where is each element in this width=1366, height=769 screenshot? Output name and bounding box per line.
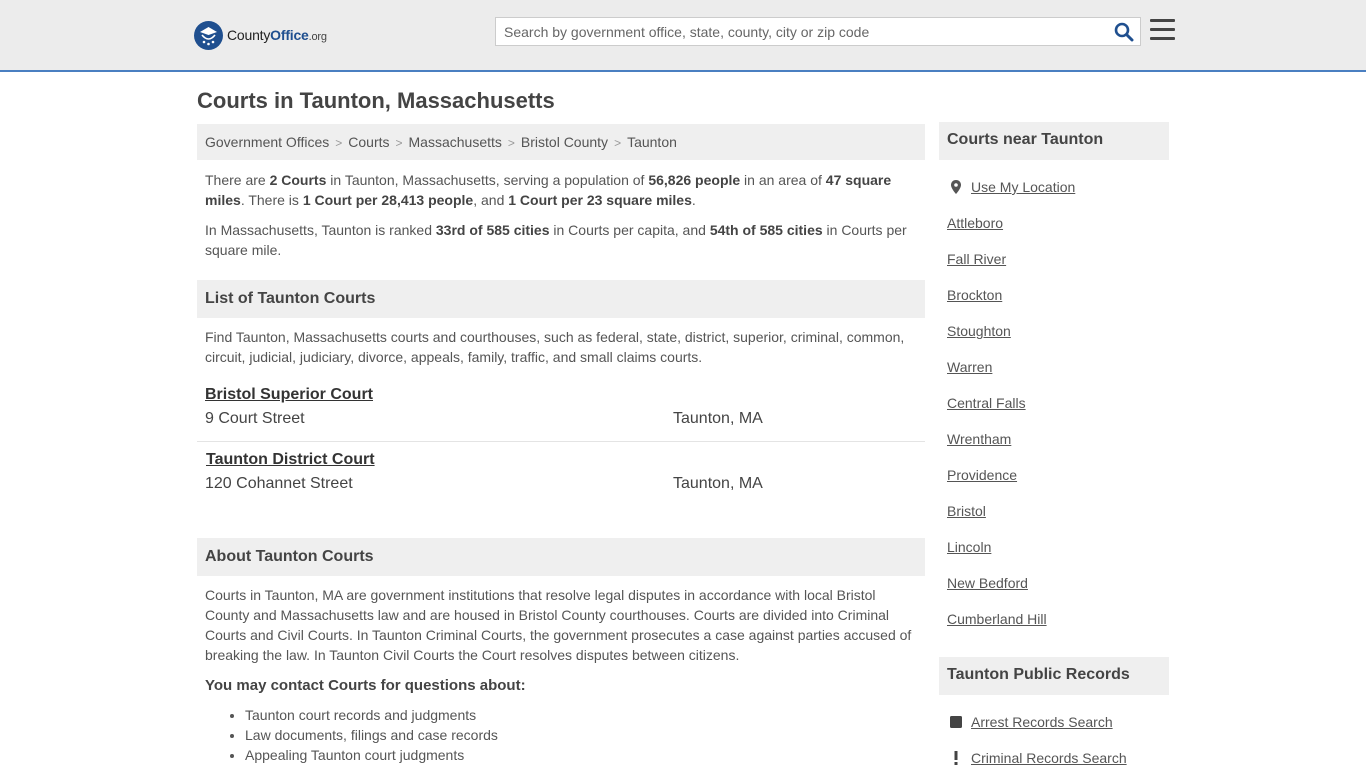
court-city: Taunton, MA (673, 475, 763, 492)
logo-seal-icon (194, 20, 223, 50)
nearby-city-link[interactable]: Warren (947, 359, 992, 375)
breadcrumb-separator: > (614, 136, 622, 150)
nearby-city-link[interactable]: Bristol (947, 503, 986, 519)
court-address: 9 Court Street (205, 410, 305, 427)
court-address: 120 Cohannet Street (205, 475, 353, 492)
nearby-city-link[interactable]: Providence (947, 467, 1017, 483)
nearby-city-link[interactable]: Stoughton (947, 323, 1011, 339)
intro-ranking-paragraph: In Massachusetts, Taunton is ranked 33rd… (205, 222, 907, 258)
arrest-records-link[interactable]: Arrest Records Search (971, 714, 1113, 730)
list-section-description: Find Taunton, Massachusetts courts and c… (205, 329, 905, 365)
breadcrumb-government-offices[interactable]: Government Offices (205, 134, 329, 150)
breadcrumb-courts[interactable]: Courts (348, 134, 389, 150)
breadcrumb-separator: > (507, 136, 515, 150)
exclamation-icon (948, 750, 964, 766)
nearby-city-link[interactable]: Brockton (947, 287, 1002, 303)
map-pin-icon (948, 179, 964, 195)
breadcrumb-massachusetts[interactable]: Massachusetts (409, 134, 502, 150)
intro-stats-paragraph: There are 2 Courts in Taunton, Massachus… (205, 172, 892, 208)
sidebar-records-title: Taunton Public Records (939, 657, 1169, 695)
court-city: Taunton, MA (673, 410, 763, 427)
breadcrumb-separator: > (335, 136, 343, 150)
search-input[interactable] (496, 18, 1106, 45)
page-title: Courts in Taunton, Massachusetts (197, 88, 555, 113)
search-icon[interactable] (1114, 22, 1134, 42)
breadcrumb-bristol-county[interactable]: Bristol County (521, 134, 608, 150)
square-icon (948, 714, 964, 730)
nearby-city-link[interactable]: Cumberland Hill (947, 611, 1047, 627)
breadcrumb-taunton: Taunton (627, 134, 677, 150)
about-section-body: Courts in Taunton, MA are government ins… (205, 587, 912, 663)
contact-topics-list: Taunton court records and judgments Law … (245, 705, 498, 765)
sidebar-nearby-title: Courts near Taunton (939, 122, 1169, 160)
nearby-city-link[interactable]: Fall River (947, 251, 1006, 267)
nearby-city-link[interactable]: Lincoln (947, 539, 991, 555)
nearby-city-link[interactable]: Central Falls (947, 395, 1026, 411)
court-name-link[interactable]: Taunton District Court (206, 451, 375, 469)
list-item: Law documents, filings and case records (245, 725, 498, 745)
nearby-city-link[interactable]: Attleboro (947, 215, 1003, 231)
list-section-title: List of Taunton Courts (197, 280, 925, 318)
breadcrumb-separator: > (395, 136, 403, 150)
use-my-location-link[interactable]: Use My Location (971, 179, 1075, 195)
criminal-records-link[interactable]: Criminal Records Search (971, 750, 1127, 766)
breadcrumb: Government Offices > Courts > Massachusetts >… (197, 124, 925, 160)
nearby-city-link[interactable]: Wrentham (947, 431, 1011, 447)
list-item: Taunton court records and judgments (245, 705, 498, 725)
court-list-item: Bristol Superior Court 9 Court Street Ta… (197, 386, 925, 446)
logo-wordmark: CountyOffice.org (227, 27, 327, 43)
contact-heading: You may contact Courts for questions abo… (205, 677, 526, 694)
nearby-city-link[interactable]: New Bedford (947, 575, 1028, 591)
hamburger-menu-icon[interactable] (1150, 19, 1175, 41)
top-header: CountyOffice.org (0, 0, 1366, 72)
about-section-title: About Taunton Courts (197, 538, 925, 576)
list-divider (197, 441, 925, 442)
court-list-item: Taunton District Court 120 Cohannet Stre… (197, 451, 925, 511)
site-logo[interactable]: CountyOffice.org (194, 20, 327, 50)
search-box (495, 17, 1141, 46)
court-name-link[interactable]: Bristol Superior Court (205, 386, 373, 404)
list-item: Appealing Taunton court judgments (245, 745, 498, 765)
